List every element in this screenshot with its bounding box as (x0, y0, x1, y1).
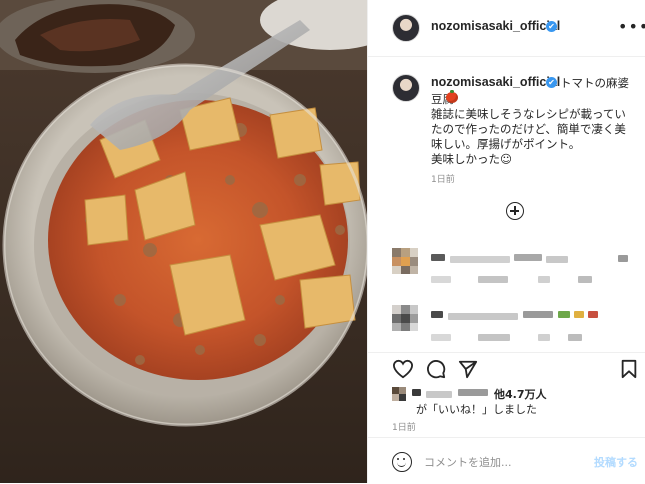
caption-line: 美味しかった☺ (431, 152, 512, 166)
blurred-comment-text (546, 256, 568, 263)
blurred-comment-text (431, 254, 445, 261)
post-header: nozomisasaki_official ✔ ••• (368, 0, 645, 57)
caption-title: トマトの麻婆 (560, 76, 629, 90)
blurred-comment-text (574, 311, 584, 318)
blurred-comment-text (514, 254, 542, 261)
blurred-liker-name (458, 389, 488, 396)
caption-time[interactable]: 1日前 (431, 172, 455, 185)
tomato-emoji-icon (446, 90, 458, 103)
bookmark-icon[interactable] (620, 359, 638, 379)
blurred-avatar-image (392, 248, 418, 274)
blurred-liker-name (426, 391, 452, 398)
blurred-comment-meta (431, 276, 451, 283)
more-icon[interactable]: ••• (618, 19, 645, 35)
caption-username[interactable]: nozomisasaki_official (431, 75, 560, 89)
blurred-comment-meta (478, 334, 510, 341)
blurred-comment-text (448, 313, 518, 320)
blurred-comment-text (618, 255, 628, 262)
share-icon[interactable] (458, 359, 478, 379)
post-side-panel: nozomisasaki_official ✔ ••• nozomisasaki… (367, 0, 645, 483)
blurred-comment-meta (538, 334, 550, 341)
likes-count[interactable]: 他4.7万人 (494, 386, 547, 402)
avatar[interactable] (392, 14, 420, 42)
blurred-comment-meta (568, 334, 582, 341)
mapo-tofu-image (0, 0, 367, 483)
blurred-comment-text (588, 311, 598, 318)
verified-icon: ✔ (546, 21, 557, 32)
header-username[interactable]: nozomisasaki_official (431, 19, 560, 33)
post-photo (0, 0, 367, 483)
caption-line: 味しい。厚揚げがポイント。 (431, 137, 581, 151)
caption-avatar[interactable] (392, 74, 420, 102)
action-bar (368, 352, 645, 385)
blurred-comment-meta (431, 334, 451, 341)
blurred-comment-text (450, 256, 510, 263)
caption-line: たので作ったのだけど、簡単で凄く美 (431, 122, 626, 136)
blurred-avatar-image (392, 305, 418, 331)
blurred-comment-meta (538, 276, 550, 283)
blurred-comment-text (558, 311, 570, 318)
caption-line: 雑誌に美味しそうなレシピが載ってい (431, 107, 626, 121)
verified-icon: ✔ (546, 77, 557, 88)
comment-icon[interactable] (426, 359, 446, 379)
likes-text: が「いいね！」しました (416, 403, 537, 416)
comment-bar: 投稿する (368, 437, 645, 484)
comment-avatar[interactable] (392, 305, 418, 331)
blurred-comment-text (431, 311, 443, 318)
post-comment-button[interactable]: 投稿する (594, 454, 638, 470)
post-timestamp[interactable]: 1日前 (392, 420, 416, 433)
comment-input[interactable] (424, 452, 574, 472)
blurred-comment-meta (578, 276, 592, 283)
blurred-comment-text (523, 311, 553, 318)
add-icon[interactable] (506, 202, 524, 220)
comment-avatar[interactable] (392, 248, 418, 274)
blurred-comment-meta (478, 276, 508, 283)
instagram-post-frame: nozomisasaki_official ✔ ••• nozomisasaki… (0, 0, 645, 483)
blurred-liker-name (412, 389, 421, 396)
emoji-icon[interactable] (392, 452, 412, 472)
liker-avatar[interactable] (392, 387, 406, 401)
heart-icon[interactable] (392, 359, 414, 379)
